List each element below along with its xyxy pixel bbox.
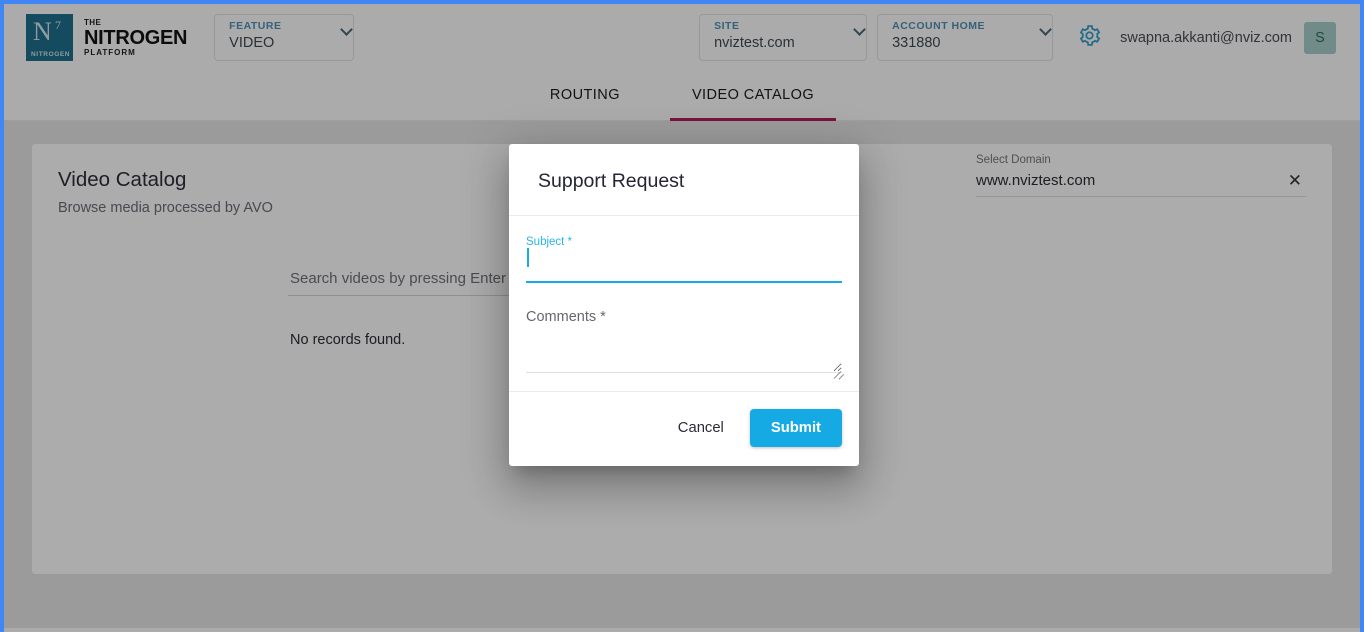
logo-mark-icon: N 7 NITROGEN: [26, 14, 73, 61]
comments-textarea[interactable]: [526, 307, 842, 373]
select-domain-field: Select Domain www.nviztest.com ✕: [976, 154, 1306, 197]
dialog-header: Support Request: [509, 144, 859, 216]
subject-input[interactable]: [526, 253, 842, 283]
logo-platform: PLATFORM: [84, 47, 136, 57]
subject-field-group: Subject *: [526, 236, 842, 283]
app-footer: 2023 © Nitrogen Terms of Service|Privacy…: [4, 628, 1360, 632]
avatar[interactable]: S: [1304, 21, 1336, 54]
feature-dropdown-value: VIDEO: [229, 35, 275, 51]
tab-routing[interactable]: ROUTING: [528, 71, 642, 121]
logo-superscript-7: 7: [55, 18, 61, 32]
close-icon[interactable]: ✕: [1284, 172, 1306, 189]
site-dropdown-value: nviztest.com: [714, 35, 795, 51]
support-request-dialog: Support Request Subject * Cancel Submit: [509, 144, 859, 466]
app-header: N 7 NITROGEN THE NITROGEN PLATFORM FEATU…: [4, 4, 1360, 71]
select-domain-label: Select Domain: [976, 154, 1051, 166]
comments-field-group: [526, 307, 845, 380]
site-dropdown[interactable]: SITE nviztest.com: [699, 14, 868, 61]
text-cursor: [527, 248, 529, 267]
header-right-group: SITE nviztest.com ACCOUNT HOME 331880 sw…: [699, 14, 1342, 61]
tab-video-catalog[interactable]: VIDEO CATALOG: [669, 71, 837, 121]
dialog-footer: Cancel Submit: [509, 392, 859, 466]
cancel-button[interactable]: Cancel: [664, 412, 738, 444]
account-home-dropdown[interactable]: ACCOUNT HOME 331880: [877, 14, 1054, 61]
dialog-title: Support Request: [538, 170, 685, 192]
logo-letter-n: N: [33, 17, 52, 46]
site-dropdown-label: SITE: [714, 20, 740, 32]
gear-icon[interactable]: [1077, 23, 1102, 53]
logo-element-word: NITROGEN: [31, 51, 71, 58]
select-domain-value: www.nviztest.com: [976, 172, 1096, 189]
user-email-label: swapna.akkanti@nviz.com: [1120, 29, 1292, 46]
feature-dropdown-label: FEATURE: [229, 20, 282, 32]
main-tab-bar: ROUTING VIDEO CATALOG: [4, 71, 1360, 121]
select-domain-row[interactable]: www.nviztest.com ✕: [976, 172, 1306, 197]
no-records-message: No records found.: [290, 332, 406, 348]
subject-field-label: Subject *: [526, 236, 573, 248]
logo-the: THE: [84, 17, 102, 27]
logo-wordmark: THE NITROGEN PLATFORM: [84, 17, 188, 57]
submit-button[interactable]: Submit: [749, 409, 842, 447]
logo-nitrogen: NITROGEN: [84, 26, 188, 49]
nitrogen-logo[interactable]: N 7 NITROGEN THE NITROGEN PLATFORM: [26, 14, 187, 61]
account-home-value: 331880: [892, 35, 941, 51]
dialog-body: Subject *: [509, 216, 859, 392]
account-home-label: ACCOUNT HOME: [892, 20, 986, 32]
feature-dropdown[interactable]: FEATURE VIDEO: [214, 14, 355, 61]
